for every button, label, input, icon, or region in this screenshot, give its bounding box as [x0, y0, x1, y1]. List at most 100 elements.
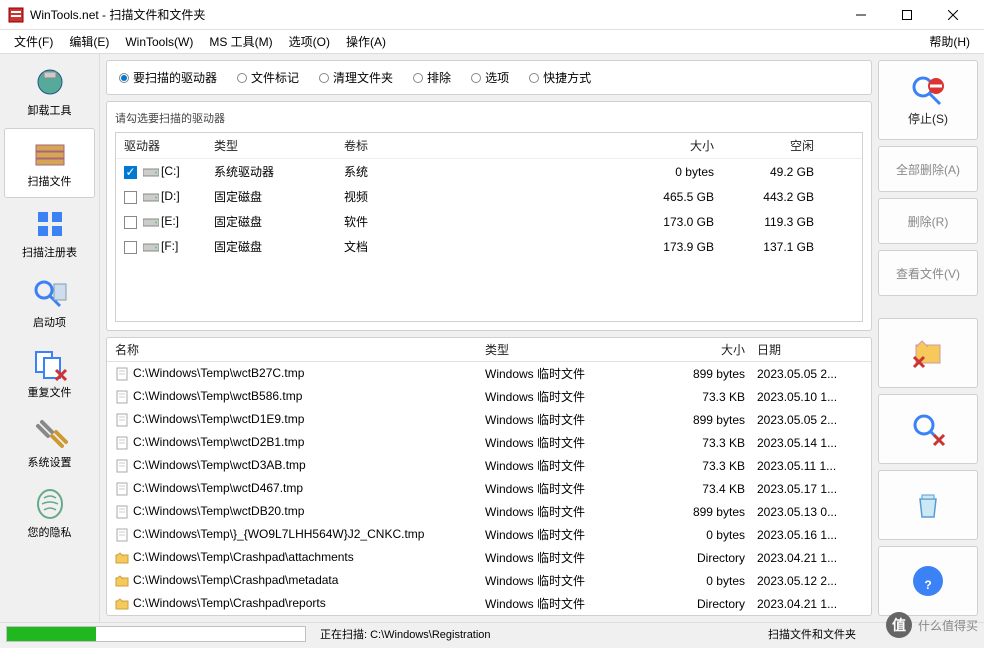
- sidebar-item-syssettings[interactable]: 系统设置: [4, 410, 95, 478]
- menu-wintools[interactable]: WinTools(W): [117, 33, 201, 51]
- file-row[interactable]: C:\Windows\Temp\wctD1E9.tmpWindows 临时文件8…: [107, 408, 871, 431]
- file-row[interactable]: C:\Windows\Temp\wctD3AB.tmpWindows 临时文件7…: [107, 454, 871, 477]
- col-fsize[interactable]: 大小: [635, 341, 745, 358]
- menu-options[interactable]: 选项(O): [281, 31, 338, 52]
- disk-icon: [143, 216, 159, 228]
- file-name: C:\Windows\Temp\wctD467.tmp: [133, 481, 303, 495]
- file-size: 899 bytes: [635, 413, 745, 427]
- file-row[interactable]: C:\Windows\Temp\wctB27C.tmpWindows 临时文件8…: [107, 362, 871, 385]
- file-row[interactable]: C:\Windows\Temp\Crashpad\attachmentsWind…: [107, 546, 871, 569]
- file-row[interactable]: C:\Windows\Temp\Crashpad\reportsWindows …: [107, 592, 871, 615]
- file-row[interactable]: C:\Windows\Temp\}_{WO9L7LHH564W}J2_CNKC.…: [107, 523, 871, 546]
- col-ftype[interactable]: 类型: [485, 341, 635, 358]
- file-name: C:\Windows\Temp\Crashpad\attachments: [133, 550, 354, 564]
- search-delete-button[interactable]: [878, 394, 978, 464]
- drive-row[interactable]: [F:]固定磁盘文档173.9 GB137.1 GB: [116, 234, 862, 259]
- search-delete-icon: [910, 411, 946, 447]
- menu-file[interactable]: 文件(F): [6, 31, 61, 52]
- file-size: Directory: [635, 551, 745, 565]
- sidebar-item-scanfiles[interactable]: 扫描文件: [4, 128, 95, 198]
- drive-size: 465.5 GB: [484, 190, 714, 204]
- drive-size: 0 bytes: [484, 165, 714, 179]
- col-free[interactable]: 空闲: [714, 137, 814, 154]
- disk-icon: [143, 166, 159, 178]
- drive-row[interactable]: [E:]固定磁盘软件173.0 GB119.3 GB: [116, 209, 862, 234]
- menu-mstools[interactable]: MS 工具(M): [201, 31, 280, 52]
- option-tabs: 要扫描的驱动器 文件标记 清理文件夹 排除 选项 快捷方式: [106, 60, 872, 95]
- col-label[interactable]: 卷标: [344, 137, 484, 154]
- drive-panel: 请勾选要扫描的驱动器 驱动器 类型 卷标 大小 空闲 ✓[C:]系统驱动器系统0…: [106, 101, 872, 331]
- sidebar-item-privacy[interactable]: 您的隐私: [4, 480, 95, 548]
- file-name: C:\Windows\Temp\wctD3AB.tmp: [133, 458, 306, 472]
- maximize-button[interactable]: [884, 0, 930, 30]
- status-scanning: 正在扫描: C:\Windows\Registration: [312, 626, 499, 642]
- file-size: 0 bytes: [635, 574, 745, 588]
- file-size: Directory: [635, 597, 745, 611]
- file-type: Windows 临时文件: [485, 434, 635, 451]
- col-type[interactable]: 类型: [214, 137, 344, 154]
- tab-cleanfolders[interactable]: 清理文件夹: [315, 67, 397, 88]
- file-date: 2023.05.05 2...: [745, 367, 863, 381]
- recycle-button[interactable]: [878, 470, 978, 540]
- file-row[interactable]: C:\Windows\Temp\Crashpad\metadataWindows…: [107, 569, 871, 592]
- menu-help[interactable]: 帮助(H): [921, 31, 978, 52]
- menu-edit[interactable]: 编辑(E): [61, 31, 117, 52]
- col-name[interactable]: 名称: [115, 341, 485, 358]
- tab-filemarks[interactable]: 文件标记: [233, 67, 303, 88]
- drive-panel-hint: 请勾选要扫描的驱动器: [115, 110, 863, 126]
- file-row[interactable]: C:\Windows\Temp\wctD2B1.tmpWindows 临时文件7…: [107, 431, 871, 454]
- disk-icon: [143, 241, 159, 253]
- sidebar-item-startup[interactable]: 启动项: [4, 270, 95, 338]
- file-icon: [115, 528, 129, 542]
- sidebar-item-scanreg[interactable]: 扫描注册表: [4, 200, 95, 268]
- drive-size: 173.9 GB: [484, 240, 714, 254]
- file-icon: [115, 436, 129, 450]
- stop-button[interactable]: 停止(S): [878, 60, 978, 140]
- file-type: Windows 临时文件: [485, 480, 635, 497]
- uninstall-icon: [30, 64, 70, 100]
- col-size[interactable]: 大小: [484, 137, 714, 154]
- drive-checkbox[interactable]: [124, 191, 137, 204]
- tab-shortcuts[interactable]: 快捷方式: [525, 67, 595, 88]
- menubar: 文件(F) 编辑(E) WinTools(W) MS 工具(M) 选项(O) 操…: [0, 30, 984, 54]
- drive-type: 固定磁盘: [214, 238, 344, 255]
- drive-type: 固定磁盘: [214, 188, 344, 205]
- sidebar-item-dupfiles[interactable]: 重复文件: [4, 340, 95, 408]
- col-drive[interactable]: 驱动器: [124, 137, 214, 154]
- drive-name: [D:]: [161, 189, 180, 203]
- delete-button[interactable]: 删除(R): [878, 198, 978, 244]
- file-panel: 名称 类型 大小 日期 C:\Windows\Temp\wctB27C.tmpW…: [106, 337, 872, 616]
- tab-drives[interactable]: 要扫描的驱动器: [115, 67, 221, 88]
- watermark-icon: 值: [886, 612, 912, 638]
- tab-exclude[interactable]: 排除: [409, 67, 455, 88]
- folder-icon: [115, 551, 129, 565]
- delete-folder-button[interactable]: [878, 318, 978, 388]
- delete-all-button[interactable]: 全部删除(A): [878, 146, 978, 192]
- sidebar-item-uninstall[interactable]: 卸载工具: [4, 58, 95, 126]
- help-button[interactable]: ?: [878, 546, 978, 616]
- minimize-button[interactable]: [838, 0, 884, 30]
- file-row[interactable]: C:\Windows\Temp\wctD467.tmpWindows 临时文件7…: [107, 477, 871, 500]
- drive-checkbox[interactable]: [124, 216, 137, 229]
- col-fdate[interactable]: 日期: [745, 341, 863, 358]
- svg-text:?: ?: [924, 578, 931, 592]
- drive-checkbox[interactable]: [124, 241, 137, 254]
- file-row[interactable]: C:\Windows\Temp\wctDB20.tmpWindows 临时文件8…: [107, 500, 871, 523]
- drive-row[interactable]: [D:]固定磁盘视频465.5 GB443.2 GB: [116, 184, 862, 209]
- menu-actions[interactable]: 操作(A): [338, 31, 394, 52]
- file-type: Windows 临时文件: [485, 503, 635, 520]
- drive-type: 固定磁盘: [214, 213, 344, 230]
- file-date: 2023.05.14 1...: [745, 436, 863, 450]
- file-row[interactable]: C:\Windows\Temp\wctB586.tmpWindows 临时文件7…: [107, 385, 871, 408]
- drive-row[interactable]: ✓[C:]系统驱动器系统0 bytes49.2 GB: [116, 159, 862, 184]
- file-icon: [115, 505, 129, 519]
- view-file-button[interactable]: 查看文件(V): [878, 250, 978, 296]
- help-icon: ?: [910, 563, 946, 599]
- file-type: Windows 临时文件: [485, 411, 635, 428]
- tab-options[interactable]: 选项: [467, 67, 513, 88]
- stop-icon: [910, 74, 946, 110]
- drive-checkbox[interactable]: ✓: [124, 166, 137, 179]
- file-type: Windows 临时文件: [485, 457, 635, 474]
- close-button[interactable]: [930, 0, 976, 30]
- folder-icon: [115, 574, 129, 588]
